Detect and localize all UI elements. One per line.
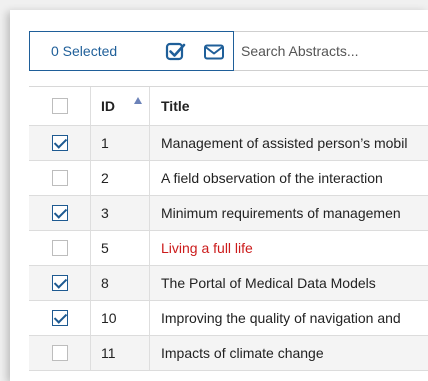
- row-title: Minimum requirements of managemen: [161, 205, 401, 221]
- row-id: 10: [101, 310, 117, 326]
- row-title: Improving the quality of navigation and: [161, 310, 401, 326]
- column-header-id[interactable]: ID: [90, 87, 150, 125]
- table-row[interactable]: 10 Improving the quality of navigation an…: [29, 301, 428, 336]
- table-row[interactable]: 3 Minimum requirements of managemen: [29, 196, 428, 231]
- row-id: 5: [101, 240, 109, 256]
- row-checkbox-cell: [29, 161, 91, 195]
- row-id: 3: [101, 205, 109, 221]
- toolbar: 0 Selected: [10, 10, 428, 86]
- row-title: Management of assisted person’s mobil: [161, 135, 408, 151]
- row-id-cell: 11: [90, 336, 150, 370]
- row-title-cell[interactable]: Improving the quality of navigation and: [150, 301, 428, 335]
- column-header-id-label: ID: [101, 98, 115, 114]
- row-title-cell[interactable]: The Portal of Medical Data Models: [150, 266, 428, 300]
- row-id: 11: [101, 345, 116, 361]
- row-id: 1: [101, 135, 109, 151]
- check-all-icon[interactable]: [165, 41, 187, 63]
- row-title: Living a full life: [161, 240, 253, 256]
- selected-count: 0 Selected: [51, 43, 118, 59]
- row-id-cell: 10: [90, 301, 150, 335]
- row-checkbox[interactable]: [51, 345, 68, 361]
- row-id: 2: [101, 170, 109, 186]
- row-checkbox-cell: [29, 196, 91, 230]
- row-checkbox[interactable]: [51, 275, 68, 291]
- row-checkbox[interactable]: [51, 240, 68, 256]
- row-checkbox-cell: [29, 266, 91, 300]
- row-checkbox-cell: [29, 231, 91, 265]
- row-checkbox-cell: [29, 336, 91, 370]
- row-title-cell[interactable]: A field observation of the interaction: [150, 161, 428, 195]
- row-title-cell[interactable]: Living a full life: [150, 231, 428, 265]
- table-row[interactable]: 11 Impacts of climate change: [29, 336, 428, 371]
- row-id-cell: 2: [90, 161, 150, 195]
- table-row[interactable]: 2 A field observation of the interaction: [29, 161, 428, 196]
- table-row[interactable]: 5 Living a full life: [29, 231, 428, 266]
- row-checkbox-cell: [29, 301, 91, 335]
- row-checkbox[interactable]: [51, 135, 68, 151]
- selection-box: 0 Selected: [29, 31, 234, 71]
- row-title: Impacts of climate change: [161, 345, 324, 361]
- row-title-cell[interactable]: Minimum requirements of managemen: [150, 196, 428, 230]
- table-row[interactable]: 8 The Portal of Medical Data Models: [29, 266, 428, 301]
- row-title-cell[interactable]: Impacts of climate change: [150, 336, 428, 370]
- row-checkbox-cell: [29, 126, 91, 160]
- row-id: 8: [101, 275, 109, 291]
- mail-icon[interactable]: [203, 41, 225, 63]
- row-id-cell: 3: [90, 196, 150, 230]
- search-abstracts-input[interactable]: [234, 31, 428, 71]
- row-title: A field observation of the interaction: [161, 170, 383, 186]
- header-checkbox-cell: [29, 87, 91, 125]
- abstracts-table: ID Title 1 Management of assisted person’…: [29, 86, 428, 371]
- column-header-title-label: Title: [161, 98, 190, 114]
- row-id-cell: 1: [90, 126, 150, 160]
- column-header-title[interactable]: Title: [150, 87, 428, 125]
- row-checkbox[interactable]: [51, 205, 68, 221]
- row-id-cell: 5: [90, 231, 150, 265]
- row-checkbox[interactable]: [51, 310, 68, 326]
- abstracts-panel: 0 Selected ID: [10, 10, 428, 381]
- row-title-cell[interactable]: Management of assisted person’s mobil: [150, 126, 428, 160]
- select-all-checkbox[interactable]: [51, 98, 68, 114]
- table-row[interactable]: 1 Management of assisted person’s mobil: [29, 126, 428, 161]
- row-id-cell: 8: [90, 266, 150, 300]
- row-title: The Portal of Medical Data Models: [161, 275, 376, 291]
- row-checkbox[interactable]: [51, 170, 68, 186]
- table-body: 1 Management of assisted person’s mobil 2 A…: [29, 126, 428, 371]
- sort-ascending-icon[interactable]: [134, 97, 142, 104]
- table-header-row: ID Title: [29, 87, 428, 126]
